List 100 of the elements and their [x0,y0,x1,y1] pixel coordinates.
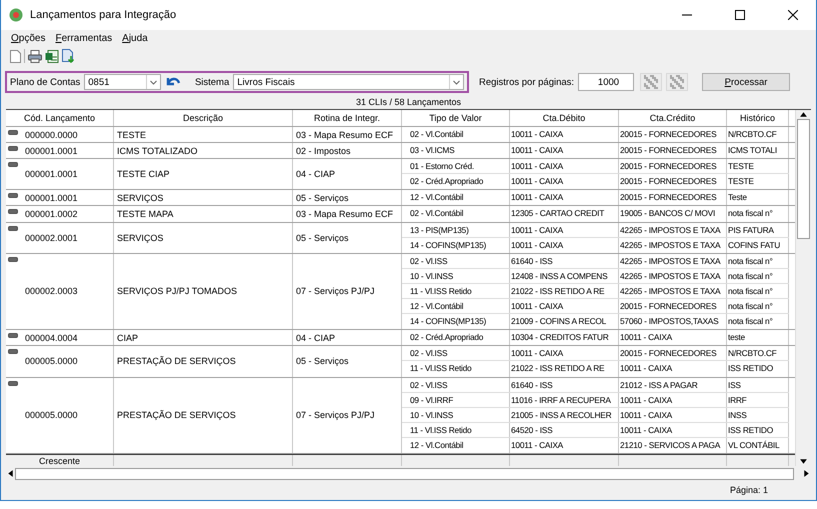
table-cell: 02 - Créd.Apropriado [402,174,510,190]
collapse-icon[interactable] [8,146,18,152]
table-cell: ISS RETIDO [727,361,789,376]
table-cell: ISS [727,378,789,392]
table-cell: SERVIÇOS [114,190,293,206]
plan-combobox[interactable]: 0851 [84,74,161,90]
table-cell: 10011 - CAIXA [510,238,619,253]
table-cell: 10011 - CAIXA [619,392,727,407]
column-header[interactable]: Cta.Débito [510,110,619,126]
table-cell: nota fiscal n° [727,268,789,283]
scrollbar-thumb[interactable] [797,119,810,239]
printer-icon[interactable] [28,50,42,62]
table-cell: 04 - CIAP [293,330,402,346]
table-cell: TESTE MAPA [114,206,293,222]
table-cell: COFINS FATU [727,238,789,253]
menu-item[interactable]: Opções [11,32,46,44]
table-cell: VL CONTÁBIL [727,438,789,453]
collapse-icon[interactable] [8,162,18,168]
table-cell: 03 - Vl.ICMS [402,143,510,158]
column-header[interactable]: Histórico [727,110,789,126]
collapse-icon[interactable] [8,349,18,354]
menu-item[interactable]: Ajuda [122,32,148,44]
table-cell: N/RCBTO.CF [727,127,789,142]
close-icon[interactable] [788,10,798,20]
table-cell: 10011 - CAIXA [619,408,727,422]
collapse-icon[interactable] [8,226,18,231]
table-cell: 10011 - CAIXA [510,222,619,237]
table-cell: nota fiscal n° [727,206,789,222]
table-cell: teste [727,330,789,346]
table-cell: 10011 - CAIXA [619,330,727,346]
new-document-icon[interactable] [10,50,21,62]
table-cell: nota fiscal n° [727,254,789,268]
table-cell: 14 - COFINS(MP135) [402,238,510,253]
spreadsheet-icon[interactable] [45,50,59,62]
table-cell: 000001.0001 [6,190,114,206]
dropdown-caret-icon[interactable] [146,75,160,89]
column-header[interactable]: Rotina de Integr. [293,110,402,126]
table-cell: 000001.0001 [6,159,114,190]
window-title: Lançamentos para Integração [30,9,178,21]
table-cell: N/RCBTO.CF [727,346,789,360]
table-cell: 02 - Vl.Contábil [402,127,510,142]
collapse-icon[interactable] [8,193,18,198]
table-cell: 09 - Vl.IRRF [402,392,510,407]
collapse-icon[interactable] [8,209,18,214]
column-header[interactable]: Tipo de Valor [402,110,510,126]
table-cell: 20015 - FORNECEDORES [619,159,727,174]
table-cell: 10011 - CAIXA [619,422,727,437]
table-cell: 03 - Mapa Resumo ECF [293,206,402,222]
table-cell: 10011 - CAIXA [510,438,619,453]
table-cell: 10011 - CAIXA [619,361,727,376]
table-cell: 01 - Estorno Créd. [402,159,510,174]
process-button[interactable]: Processar [702,73,790,91]
menu-item[interactable]: Ferramentas [55,32,112,44]
grid-icon [644,75,658,89]
table-cell: 000002.0001 [6,222,114,253]
collapse-icon[interactable] [8,333,18,338]
system-combobox[interactable]: Livros Fiscais [233,74,464,90]
records-per-page-field[interactable]: 1000 [578,73,634,91]
table-cell: ISS RETIDO [727,422,789,437]
table-cell: 21022 - ISS RETIDO A RE [510,284,619,298]
export-document-icon[interactable] [62,49,75,63]
table-cell: 07 - Serviços PJ/PJ [293,254,402,330]
column-header[interactable]: Cód. Lançamento [6,110,114,126]
scroll-left-icon[interactable] [6,469,15,478]
table-cell: 21210 - SERVICOS A PAGA [619,438,727,453]
column-header[interactable]: Descrição [114,110,293,126]
scrollbar-thumb[interactable] [15,468,794,480]
dropdown-caret-icon[interactable] [449,75,463,89]
maximize-icon[interactable] [735,10,745,20]
table-cell: 000004.0004 [6,330,114,346]
table-cell: 10304 - CREDITOS FATUR [510,330,619,346]
table-cell: 000005.0000 [6,378,114,453]
table-cell: 07 - Serviços PJ/PJ [293,378,402,453]
collapse-icon[interactable] [8,380,18,386]
table-cell: 03 - Mapa Resumo ECF [293,127,402,142]
table-cell: 61640 - ISS [510,254,619,268]
table-cell: 64520 - ISS [510,422,619,437]
table-cell: 000000.0000 [6,127,114,142]
table-cell: 13 - PIS(MP135) [402,222,510,237]
scroll-right-icon[interactable] [802,469,811,478]
grid-icon [670,75,684,89]
table-cell: 57060 - IMPOSTOS,TAXAS [619,314,727,330]
table-cell: TESTE [727,159,789,174]
table-cell: 21005 - INSS A RECOLHER [510,408,619,422]
table-cell: 02 - Vl.ISS [402,346,510,360]
table-cell: 000001.0001 [6,143,114,158]
table-cell: CIAP [114,330,293,346]
collapse-icon[interactable] [8,256,18,262]
table-cell: 05 - Serviços [293,222,402,253]
collapse-icon[interactable] [8,130,18,135]
table-cell: 02 - Vl.Contábil [402,206,510,222]
field-label: Registros por páginas: [479,76,574,88]
table-cell: 21022 - ISS RETIDO A RE [510,361,619,376]
table-cell: nota fiscal n° [727,299,789,314]
table-cell: TESTE CIAP [114,159,293,190]
table-cell: 02 - Créd.Apropriado [402,330,510,346]
field-label: Plano de Contas [10,76,80,88]
table-cell: 04 - CIAP [293,159,402,190]
page-indicator: Página: 1 [730,485,768,495]
column-header[interactable]: Cta.Crédito [619,110,727,126]
